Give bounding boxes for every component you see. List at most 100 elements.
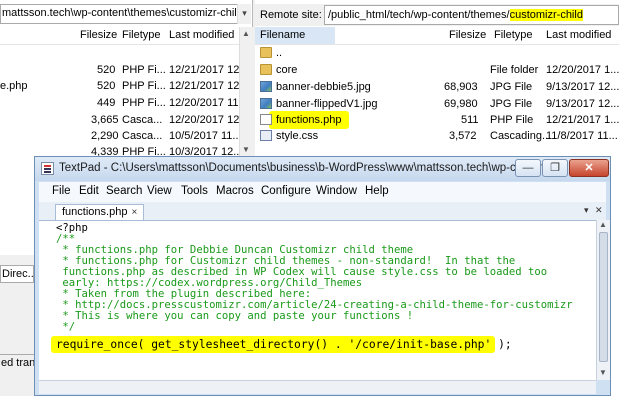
remote-file-name: banner-debbie5.jpg [276,81,371,93]
require-once-line: require_once( get_stylesheet_directory()… [56,338,512,351]
local-col-filesize[interactable]: Filesize [80,29,117,41]
local-file-type: PHP Fi... [122,64,166,76]
local-file-row[interactable]: 520 PHP Fi... 12/21/2017 12... [0,62,249,79]
local-file-modified: 12/20/2017 11... [169,97,248,109]
scrollbar-thumb[interactable] [599,232,608,362]
code-editor[interactable]: <?php /** * functions.php for Debbie Dun… [39,220,596,380]
remote-file-row[interactable]: banner-debbie5.jpg 68,903 JPG File 9/13/… [255,78,619,96]
local-path-input[interactable]: mattsson.tech\wp-content\themes\customiz… [0,4,246,24]
menu-search[interactable]: Search [106,185,142,197]
remote-file-type: PHP File [490,114,534,126]
tab-label: functions.php [62,206,128,218]
local-file-row[interactable]: e.php 520 PHP Fi... 12/21/2017 12... [0,78,249,95]
textpad-title-bar[interactable]: TextPad - C:\Users\mattsson\Documents\bu… [35,157,610,181]
remote-site-bar: Remote site: /public_html/tech/wp-conten… [255,4,619,26]
menu-edit[interactable]: Edit [79,185,99,197]
scroll-up-arrow-icon[interactable]: ▲ [599,220,607,229]
minimize-icon[interactable]: — [515,159,541,177]
menu-bar: File Edit Search View Tools Macros Confi… [39,182,606,202]
image-file-icon [260,81,272,92]
local-lower-panel: Direc... ed tran [0,255,40,396]
remote-path-prefix: /public_html/tech/wp-content/themes/ [328,9,510,21]
scroll-up-arrow-icon[interactable]: ▲ [242,29,250,38]
remote-file-list-header: Filename Filesize Filetype Last modified [255,27,619,45]
menu-macros[interactable]: Macros [216,185,254,197]
local-file-list-header: Filesize Filetype Last modified [0,27,240,45]
remote-file-size: 511 [461,114,479,126]
local-file-type: Casca... [122,114,163,126]
local-file-size: 3,665 [91,114,119,126]
window-title: TextPad - C:\Users\mattsson\Documents\bu… [59,162,555,174]
tab-functions-php[interactable]: functions.php × [55,204,145,220]
remote-file-size: 69,980 [444,98,478,110]
remote-file-type: Cascading... [490,130,552,142]
menu-view[interactable]: View [147,185,172,197]
tab-close-icon[interactable]: × [131,207,137,218]
code-line: * This is where you can copy and paste y… [56,310,414,322]
remote-col-filetype[interactable]: Filetype [494,29,533,41]
remote-file-row[interactable]: .. [255,44,619,62]
close-icon[interactable]: ✕ [569,159,609,177]
remote-file-size: 68,903 [444,81,478,93]
local-file-type: Casca... [122,130,163,142]
local-file-size: 449 [97,97,116,109]
editor-vertical-scrollbar[interactable]: ▲ ▼ [596,220,610,380]
remote-col-last-modified[interactable]: Last modified [546,29,611,41]
local-file-modified: 12/21/2017 12... [169,64,249,76]
php-file-icon [260,114,272,125]
folder-icon [260,64,272,75]
menu-file[interactable]: File [52,185,71,197]
scroll-down-arrow-icon[interactable]: ▼ [242,145,250,154]
local-file-type: PHP Fi... [122,80,166,92]
menu-tools[interactable]: Tools [181,185,208,197]
remote-file-name: core [276,64,298,76]
local-file-type: PHP Fi... [122,97,166,109]
remote-file-name: .. [276,47,283,59]
local-file-modified: 12/20/2017 12... [169,114,249,126]
local-file-modified: 12/21/2017 12... [169,80,249,92]
local-col-last-modified[interactable]: Last modified [169,29,234,41]
remote-file-name: style.css [276,130,319,142]
menu-window[interactable]: Window [316,185,357,197]
remote-file-name: banner-flippedV1.jpg [276,98,378,110]
menu-configure[interactable]: Configure [261,185,311,197]
tab-close-all-icon[interactable]: ✕ [595,205,603,216]
remote-col-filename[interactable]: Filename [260,29,305,41]
remote-file-row[interactable]: style.css 3,572 Cascading... 11/8/2017 1… [255,127,619,145]
code-line: */ [56,321,76,333]
remote-file-type: JPG File [490,81,533,93]
editor-horizontal-scrollbar[interactable] [39,380,596,394]
maximize-icon[interactable]: ❐ [542,159,568,177]
textpad-window: TextPad - C:\Users\mattsson\Documents\bu… [34,156,611,396]
local-path-dropdown[interactable]: ▾ [237,4,251,24]
remote-col-filesize[interactable]: Filesize [449,29,486,41]
local-file-row[interactable]: 449 PHP Fi... 12/20/2017 11... [0,95,248,112]
remote-file-modified: 9/13/2017 12... [546,81,619,93]
local-file-row[interactable]: 2,290 Casca... 10/5/2017 11... [0,128,242,145]
remote-file-modified: 11/8/2017 11... [546,130,618,142]
remote-path-highlight: customizr-child [509,9,583,21]
local-file-row[interactable]: 3,665 Casca... 12/20/2017 12... [0,112,249,129]
scroll-down-arrow-icon[interactable]: ▼ [599,368,607,377]
local-file-name: e.php [0,80,28,92]
local-file-size: 520 [97,80,116,92]
local-col-filetype[interactable]: Filetype [122,29,161,41]
menu-help[interactable]: Help [365,185,389,197]
remote-path-input[interactable]: /public_html/tech/wp-content/themes/cust… [324,5,619,25]
remote-file-type: File folder [490,64,539,76]
remote-file-name: functions.php [276,114,342,126]
local-scrollbar[interactable]: ▲ ▼ [239,27,253,167]
local-file-modified: 10/5/2017 11... [169,130,242,142]
local-file-size: 2,290 [91,130,119,142]
remote-file-size: 3,572 [449,130,477,142]
remote-file-modified: 9/13/2017 12... [546,98,619,110]
css-file-icon [260,130,272,141]
remote-file-modified: 12/20/2017 1... [546,64,619,76]
remote-site-label: Remote site: [260,9,322,21]
image-file-icon [260,98,272,109]
remote-file-row[interactable]: core File folder 12/20/2017 1... [255,61,619,79]
folder-icon [260,47,272,58]
textpad-app-icon[interactable] [41,162,54,175]
directory-tab[interactable]: Direc... [0,265,37,283]
tab-list-chevron-down-icon[interactable]: ▾ [584,205,589,216]
